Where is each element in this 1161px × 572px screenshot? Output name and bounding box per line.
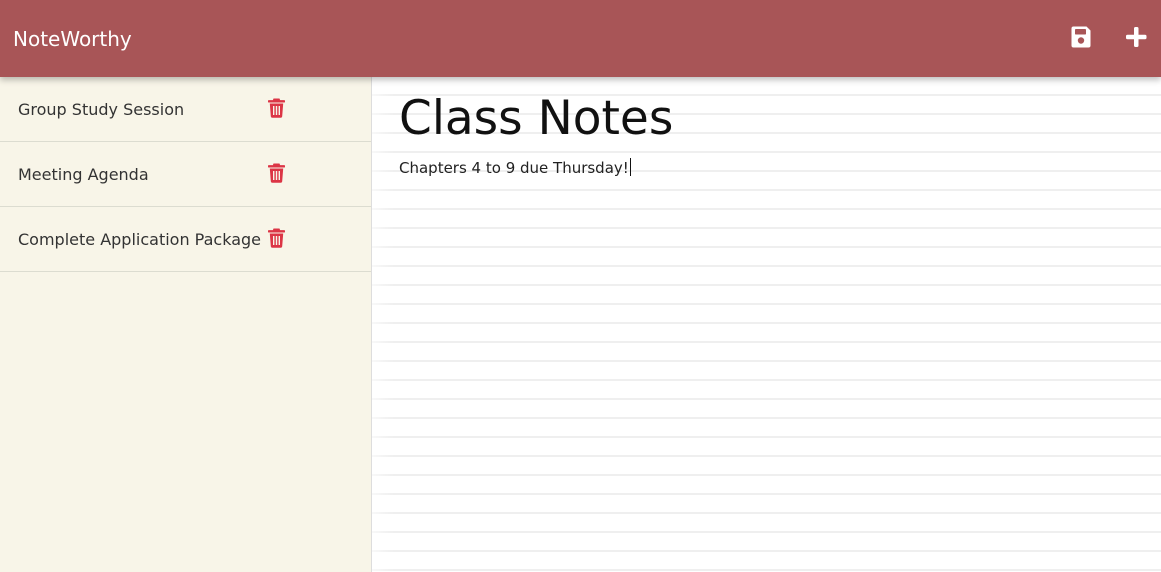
- add-note-button[interactable]: [1123, 24, 1149, 50]
- app-window: NoteWorthy Group Study Session Meeting A…: [0, 0, 1161, 572]
- note-list-item[interactable]: Meeting Agenda: [0, 142, 371, 207]
- save-button[interactable]: [1068, 24, 1094, 50]
- plus-icon: [1126, 27, 1147, 47]
- top-navbar: NoteWorthy: [0, 0, 1161, 77]
- note-body-textarea[interactable]: Chapters 4 to 9 due Thursday!: [399, 158, 631, 178]
- floppy-disk-icon: [1071, 26, 1091, 48]
- notes-sidebar: Group Study Session Meeting Agenda Compl…: [0, 77, 372, 572]
- note-body-text: Chapters 4 to 9 due Thursday!: [399, 159, 629, 177]
- text-cursor: [629, 158, 631, 176]
- note-list-item-title: Complete Application Package: [18, 230, 261, 249]
- note-list-item-title: Meeting Agenda: [18, 165, 149, 184]
- note-list-item[interactable]: Complete Application Package: [0, 207, 371, 272]
- trash-icon[interactable]: [268, 98, 285, 118]
- note-list-item[interactable]: Group Study Session: [0, 77, 371, 142]
- note-editor[interactable]: Class Notes Chapters 4 to 9 due Thursday…: [372, 77, 1161, 572]
- trash-icon[interactable]: [268, 163, 285, 183]
- note-list-item-title: Group Study Session: [18, 100, 185, 119]
- note-title[interactable]: Class Notes: [399, 91, 673, 147]
- trash-icon[interactable]: [268, 228, 285, 248]
- app-brand: NoteWorthy: [13, 27, 132, 51]
- editor-margin: [372, 77, 394, 572]
